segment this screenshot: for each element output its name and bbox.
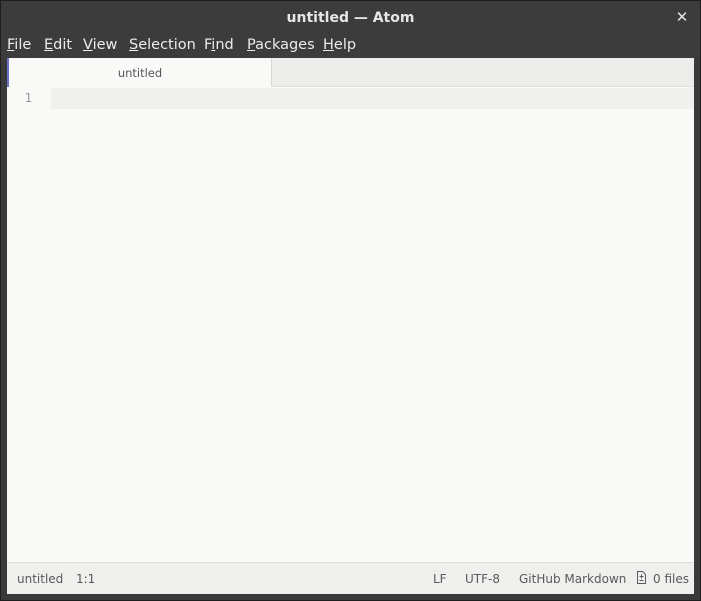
line-number-gutter[interactable]: 1	[7, 87, 51, 562]
menu-find[interactable]: Find	[204, 37, 234, 53]
window-title: untitled — Atom	[286, 10, 415, 26]
menu-selection-mnemonic: S	[129, 37, 139, 53]
atom-window: untitled — Atom ✕ File Edit View Selecti…	[0, 0, 701, 601]
tab-untitled[interactable]: untitled	[7, 58, 272, 87]
status-grammar[interactable]: GitHub Markdown	[519, 572, 626, 586]
close-icon[interactable]: ✕	[674, 9, 690, 25]
tab-bar[interactable]: untitled	[7, 58, 694, 87]
menu-file-rest: ile	[14, 37, 32, 53]
status-git-files[interactable]: 0 files	[653, 572, 689, 586]
menu-help[interactable]: Help	[323, 37, 356, 53]
menu-file[interactable]: File	[7, 37, 31, 53]
cursor-line-highlight[interactable]	[51, 88, 694, 109]
menu-edit-mnemonic: E	[44, 37, 54, 53]
menu-view-rest: iew	[92, 37, 118, 53]
menu-view[interactable]: View	[83, 37, 117, 53]
title-bar[interactable]: untitled — Atom ✕	[1, 1, 700, 34]
workspace: untitled 1 untitled 1:1 LF UTF-8 GitHub …	[7, 58, 694, 594]
tab-label: untitled	[117, 66, 163, 80]
menu-selection-rest: election	[138, 37, 196, 53]
file-diff-icon[interactable]	[636, 571, 646, 584]
menu-selection[interactable]: Selection	[129, 37, 196, 53]
text-editor[interactable]: 1	[7, 87, 694, 562]
menu-packages-mnemonic: P	[247, 37, 256, 53]
status-line-ending[interactable]: LF	[433, 572, 447, 586]
status-file-name[interactable]: untitled	[17, 572, 63, 586]
menu-edit-rest: dit	[53, 37, 73, 53]
status-bar: untitled 1:1 LF UTF-8 GitHub Markdown 0 …	[7, 562, 694, 594]
menu-packages-rest: ackages	[255, 37, 315, 53]
menu-help-rest: elp	[333, 37, 357, 53]
menu-bar: File Edit View Selection Find Packages H…	[1, 34, 700, 58]
menu-help-mnemonic: H	[323, 37, 334, 53]
status-cursor-position[interactable]: 1:1	[76, 572, 95, 586]
status-encoding[interactable]: UTF-8	[465, 572, 500, 586]
menu-find-rest: nd	[215, 37, 234, 53]
line-number: 1	[24, 90, 32, 105]
menu-edit[interactable]: Edit	[44, 37, 72, 53]
menu-view-mnemonic: V	[83, 37, 93, 53]
menu-packages[interactable]: Packages	[247, 37, 315, 53]
